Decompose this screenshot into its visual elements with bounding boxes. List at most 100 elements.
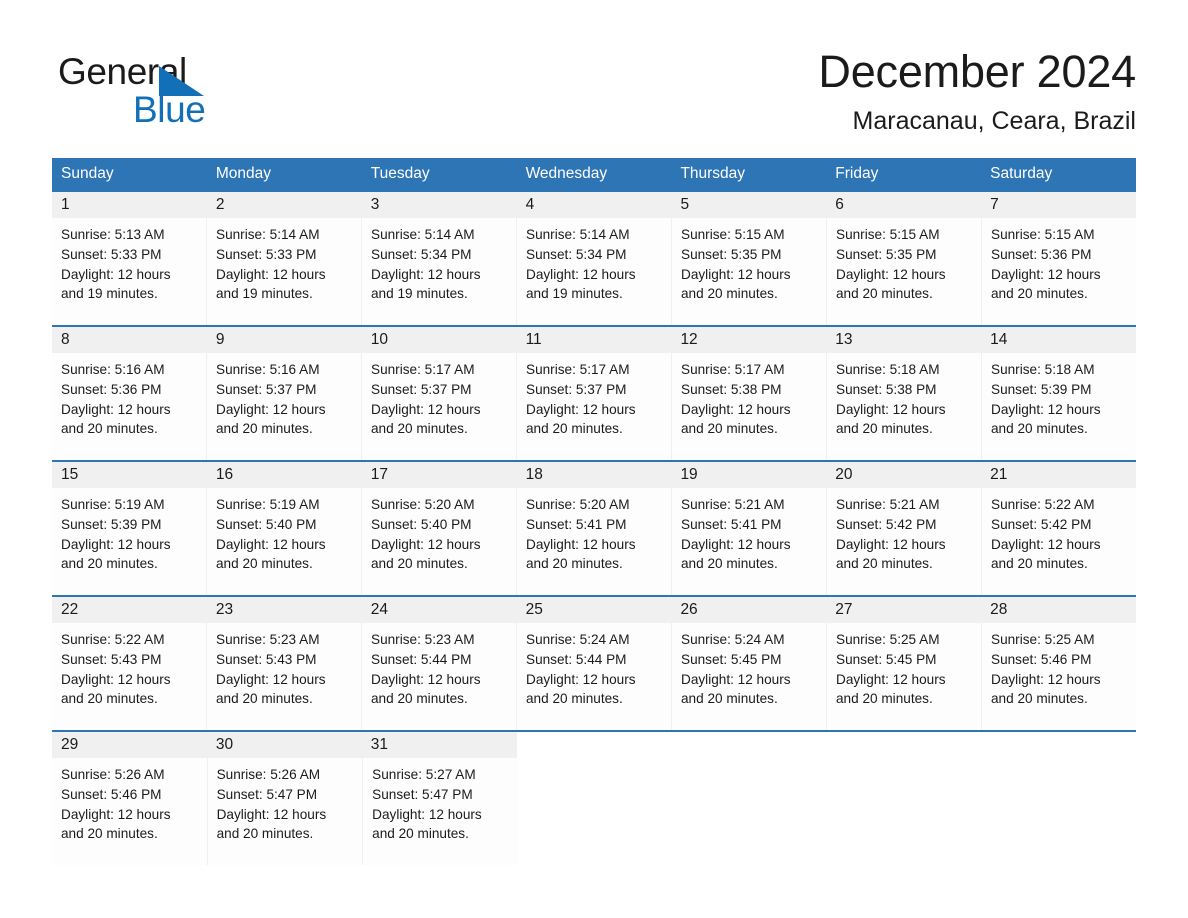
daylight-text-line1: Daylight: 12 hours: [836, 536, 946, 552]
day-number[interactable]: 6: [826, 192, 981, 218]
day-number[interactable]: 28: [981, 597, 1136, 623]
sunset-text: Sunset: 5:38 PM: [681, 381, 782, 397]
day-number[interactable]: 1: [52, 192, 207, 218]
daylight-text-line1: Daylight: 12 hours: [836, 671, 946, 687]
day-number[interactable]: 15: [52, 462, 207, 488]
day-number[interactable]: 30: [207, 732, 362, 758]
day-number[interactable]: 11: [517, 327, 672, 353]
day-cell[interactable]: Sunrise: 5:14 AM Sunset: 5:33 PM Dayligh…: [206, 218, 361, 325]
day-number[interactable]: 31: [362, 732, 517, 758]
daylight-text-line1: Daylight: 12 hours: [216, 671, 326, 687]
week-row: 29 30 31 Sunrise: 5:26 AM Sunset: 5:46 P…: [52, 730, 1137, 865]
day-cell[interactable]: Sunrise: 5:26 AM Sunset: 5:46 PM Dayligh…: [52, 758, 207, 865]
day-cell[interactable]: Sunrise: 5:22 AM Sunset: 5:42 PM Dayligh…: [981, 488, 1136, 595]
day-number[interactable]: 19: [671, 462, 826, 488]
day-cell[interactable]: Sunrise: 5:19 AM Sunset: 5:40 PM Dayligh…: [206, 488, 361, 595]
day-cell[interactable]: Sunrise: 5:25 AM Sunset: 5:46 PM Dayligh…: [981, 623, 1136, 730]
day-cell[interactable]: Sunrise: 5:18 AM Sunset: 5:38 PM Dayligh…: [826, 353, 981, 460]
day-number[interactable]: 10: [362, 327, 517, 353]
sunset-text: Sunset: 5:34 PM: [371, 246, 472, 262]
day-cell[interactable]: Sunrise: 5:18 AM Sunset: 5:39 PM Dayligh…: [981, 353, 1136, 460]
day-number[interactable]: 21: [981, 462, 1136, 488]
daylight-text-line2: and 20 minutes.: [372, 826, 469, 842]
day-number[interactable]: 4: [517, 192, 672, 218]
day-number[interactable]: 8: [52, 327, 207, 353]
day-cell[interactable]: Sunrise: 5:17 AM Sunset: 5:37 PM Dayligh…: [361, 353, 516, 460]
sunset-text: Sunset: 5:33 PM: [61, 246, 162, 262]
day-cell[interactable]: Sunrise: 5:26 AM Sunset: 5:47 PM Dayligh…: [206, 758, 363, 865]
sunrise-text: Sunrise: 5:20 AM: [371, 497, 475, 512]
day-cell[interactable]: Sunrise: 5:23 AM Sunset: 5:44 PM Dayligh…: [361, 623, 516, 730]
week-detail-band: Sunrise: 5:22 AM Sunset: 5:43 PM Dayligh…: [52, 623, 1136, 730]
sunrise-text: Sunrise: 5:23 AM: [216, 632, 320, 647]
day-number[interactable]: 2: [207, 192, 362, 218]
day-number[interactable]: 14: [981, 327, 1136, 353]
daylight-text-line2: and 20 minutes.: [526, 691, 623, 707]
day-cell[interactable]: Sunrise: 5:13 AM Sunset: 5:33 PM Dayligh…: [52, 218, 206, 325]
sunrise-text: Sunrise: 5:18 AM: [836, 362, 940, 377]
day-cell[interactable]: Sunrise: 5:15 AM Sunset: 5:35 PM Dayligh…: [826, 218, 981, 325]
day-cell[interactable]: Sunrise: 5:15 AM Sunset: 5:36 PM Dayligh…: [981, 218, 1136, 325]
day-cell[interactable]: Sunrise: 5:19 AM Sunset: 5:39 PM Dayligh…: [52, 488, 206, 595]
day-cell[interactable]: Sunrise: 5:21 AM Sunset: 5:42 PM Dayligh…: [826, 488, 981, 595]
day-cell[interactable]: Sunrise: 5:24 AM Sunset: 5:44 PM Dayligh…: [516, 623, 671, 730]
day-number[interactable]: 22: [52, 597, 207, 623]
daylight-text-line1: Daylight: 12 hours: [61, 536, 171, 552]
day-number[interactable]: 26: [671, 597, 826, 623]
day-number[interactable]: 18: [517, 462, 672, 488]
day-cell[interactable]: Sunrise: 5:20 AM Sunset: 5:41 PM Dayligh…: [516, 488, 671, 595]
day-number[interactable]: 17: [362, 462, 517, 488]
day-cell[interactable]: Sunrise: 5:16 AM Sunset: 5:36 PM Dayligh…: [52, 353, 206, 460]
sunset-text: Sunset: 5:45 PM: [836, 651, 937, 667]
daylight-text-line2: and 20 minutes.: [681, 286, 778, 302]
daylight-text-line2: and 20 minutes.: [526, 556, 623, 572]
day-number[interactable]: 25: [517, 597, 672, 623]
sunset-text: Sunset: 5:37 PM: [371, 381, 472, 397]
day-cell[interactable]: Sunrise: 5:22 AM Sunset: 5:43 PM Dayligh…: [52, 623, 206, 730]
sunrise-text: Sunrise: 5:26 AM: [61, 767, 165, 782]
daylight-text-line2: and 20 minutes.: [681, 556, 778, 572]
day-cell[interactable]: Sunrise: 5:14 AM Sunset: 5:34 PM Dayligh…: [361, 218, 516, 325]
day-number[interactable]: 12: [671, 327, 826, 353]
day-cell[interactable]: Sunrise: 5:27 AM Sunset: 5:47 PM Dayligh…: [362, 758, 518, 865]
day-cell[interactable]: Sunrise: 5:16 AM Sunset: 5:37 PM Dayligh…: [206, 353, 361, 460]
sunset-text: Sunset: 5:37 PM: [526, 381, 627, 397]
day-cell[interactable]: Sunrise: 5:25 AM Sunset: 5:45 PM Dayligh…: [826, 623, 981, 730]
sunset-text: Sunset: 5:40 PM: [216, 516, 317, 532]
day-cell[interactable]: Sunrise: 5:21 AM Sunset: 5:41 PM Dayligh…: [671, 488, 826, 595]
day-number[interactable]: 7: [981, 192, 1136, 218]
daylight-text-line2: and 20 minutes.: [61, 556, 158, 572]
daylight-text-line2: and 19 minutes.: [371, 286, 468, 302]
day-cell[interactable]: Sunrise: 5:17 AM Sunset: 5:38 PM Dayligh…: [671, 353, 826, 460]
day-number[interactable]: 16: [207, 462, 362, 488]
day-number[interactable]: 9: [207, 327, 362, 353]
daylight-text-line1: Daylight: 12 hours: [836, 401, 946, 417]
daylight-text-line1: Daylight: 12 hours: [681, 401, 791, 417]
day-number[interactable]: 20: [826, 462, 981, 488]
day-cell[interactable]: Sunrise: 5:15 AM Sunset: 5:35 PM Dayligh…: [671, 218, 826, 325]
daylight-text-line2: and 20 minutes.: [836, 421, 933, 437]
week-daynumber-band: 22 23 24 25 26 27 28: [52, 597, 1136, 623]
day-cell[interactable]: Sunrise: 5:17 AM Sunset: 5:37 PM Dayligh…: [516, 353, 671, 460]
day-number[interactable]: 5: [671, 192, 826, 218]
sunset-text: Sunset: 5:47 PM: [372, 786, 473, 802]
day-cell[interactable]: Sunrise: 5:14 AM Sunset: 5:34 PM Dayligh…: [516, 218, 671, 325]
daylight-text-line1: Daylight: 12 hours: [371, 671, 481, 687]
day-cell[interactable]: Sunrise: 5:20 AM Sunset: 5:40 PM Dayligh…: [361, 488, 516, 595]
title-block: December 2024 Maracanau, Ceara, Brazil: [818, 44, 1136, 136]
day-number[interactable]: 3: [362, 192, 517, 218]
sunset-text: Sunset: 5:44 PM: [371, 651, 472, 667]
sunset-text: Sunset: 5:34 PM: [526, 246, 627, 262]
day-number[interactable]: 29: [52, 732, 207, 758]
general-blue-logo[interactable]: General Blue: [58, 52, 318, 142]
day-number[interactable]: 27: [826, 597, 981, 623]
sunset-text: Sunset: 5:43 PM: [61, 651, 162, 667]
day-cell[interactable]: Sunrise: 5:24 AM Sunset: 5:45 PM Dayligh…: [671, 623, 826, 730]
day-number[interactable]: 23: [207, 597, 362, 623]
week-detail-band: Sunrise: 5:16 AM Sunset: 5:36 PM Dayligh…: [52, 353, 1136, 460]
day-cell[interactable]: Sunrise: 5:23 AM Sunset: 5:43 PM Dayligh…: [206, 623, 361, 730]
page-header: General Blue December 2024 Maracanau, Ce…: [52, 44, 1136, 148]
day-number[interactable]: 24: [362, 597, 517, 623]
sunrise-text: Sunrise: 5:27 AM: [372, 767, 476, 782]
day-number[interactable]: 13: [826, 327, 981, 353]
